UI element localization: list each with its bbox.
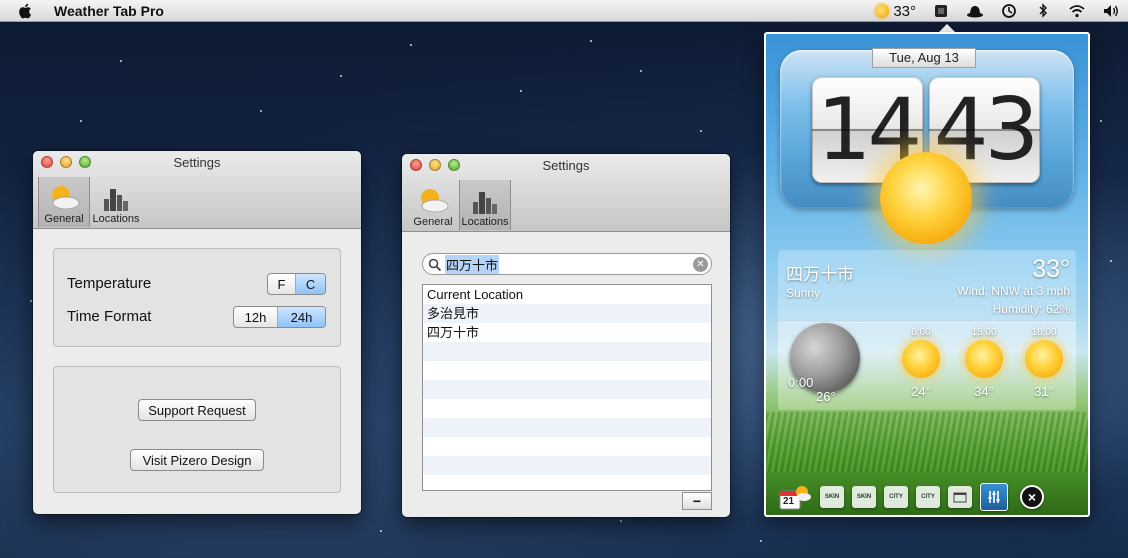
location-row[interactable]: 多治見市 [423, 304, 711, 323]
sun-icon [1025, 340, 1063, 378]
current-conditions-panel: 四万十市 Sunny 33° Wind: NNW at 3 mph Humidi… [778, 250, 1076, 410]
forecast-time: 15:00 [971, 327, 997, 338]
sunny-weather-icon [880, 152, 972, 244]
remove-location-button[interactable]: − [682, 492, 712, 510]
bluetooth-icon[interactable] [1034, 3, 1052, 19]
empty-row [423, 380, 711, 399]
temperature-segmented-control[interactable]: F C [267, 273, 326, 295]
cube-icon[interactable] [932, 3, 950, 19]
forecast-temp: 31° [1034, 384, 1054, 399]
visit-pizero-design-button[interactable]: Visit Pizero Design [130, 449, 264, 471]
window-title: Settings [173, 155, 221, 170]
tab-general-label: General [413, 216, 453, 228]
forecast-temp: 34° [974, 384, 994, 399]
empty-row [423, 456, 711, 475]
current-temperature: 33° [1032, 255, 1070, 283]
sun-icon [902, 340, 940, 378]
support-request-button[interactable]: Support Request [138, 399, 256, 421]
app-name-menu[interactable]: Weather Tab Pro [54, 3, 164, 19]
tab-general[interactable]: General [407, 180, 459, 230]
weather-icon [52, 186, 80, 210]
tab-general-label: General [44, 213, 84, 225]
wifi-icon[interactable] [1068, 3, 1086, 19]
forecast-slot: 15:00 34° [958, 327, 1010, 399]
volume-icon[interactable] [1102, 3, 1120, 19]
settings-window-locations: Settings General Locations 四万十市 ✕ Curren… [402, 154, 730, 517]
city-icon [473, 192, 497, 214]
empty-row [423, 342, 711, 361]
tab-locations-label: Locations [461, 216, 509, 228]
settings-toolbar: Settings General Locations [402, 154, 730, 232]
empty-row [423, 418, 711, 437]
location-row[interactable]: Current Location [423, 285, 711, 304]
empty-row [423, 475, 711, 490]
condition-text: Sunny [786, 286, 821, 300]
forecast-time: 6:00 [911, 327, 931, 338]
time-format-option-12h[interactable]: 12h [234, 307, 279, 327]
window-mode-icon[interactable] [948, 486, 972, 508]
weather-icon [421, 189, 449, 213]
time-machine-icon[interactable] [1000, 3, 1018, 19]
calendar-day: 21 [783, 496, 795, 507]
close-widget-button[interactable]: × [1020, 485, 1044, 509]
city-previous-button[interactable]: CITY [916, 486, 940, 508]
location-search-field[interactable]: 四万十市 ✕ [422, 253, 712, 275]
window-title: Settings [542, 158, 590, 173]
sun-icon [965, 340, 1003, 378]
temperature-option-c[interactable]: C [296, 274, 325, 294]
forecast-time: 18:00 [1031, 327, 1057, 338]
empty-row [423, 437, 711, 456]
forecast-slot: 6:00 24° [895, 327, 947, 399]
temperature-label: Temperature [67, 275, 152, 292]
clear-search-icon[interactable]: ✕ [693, 257, 708, 272]
forecast-strip: 0:00 26° 6:00 24° 15:00 34° 18:00 31° [778, 322, 1076, 410]
forecast-slot: 18:00 31° [1018, 327, 1070, 399]
city-name: 四万十市 [786, 265, 854, 284]
settings-toolbar: Settings General Locations [33, 151, 361, 229]
skin-previous-button[interactable]: SKIN [852, 486, 876, 508]
tab-general[interactable]: General [38, 177, 90, 227]
hat-icon[interactable] [966, 3, 984, 19]
empty-row [423, 399, 711, 418]
locations-list[interactable]: Current Location 多治見市 四万十市 [422, 284, 712, 491]
date-label: Tue, Aug 13 [872, 48, 976, 68]
city-icon [104, 189, 128, 211]
city-next-button[interactable]: CITY [884, 486, 908, 508]
time-format-label: Time Format [67, 308, 152, 325]
wind-text: Wind: NNW at 3 mph [957, 284, 1070, 298]
temperature-option-f[interactable]: F [268, 274, 297, 294]
search-input-value[interactable]: 四万十市 [445, 254, 500, 274]
forecast-now-temp: 26° [816, 389, 836, 404]
menu-bar: Weather Tab Pro 33° [0, 0, 1128, 22]
links-group [53, 366, 341, 493]
tab-locations[interactable]: Locations [459, 180, 511, 230]
forecast-temp: 24° [911, 384, 931, 399]
location-row[interactable]: 四万十市 [423, 323, 711, 342]
settings-window-general: Settings General Locations Temperature F… [33, 151, 361, 514]
humidity-text: Humidity: 62% [992, 302, 1070, 316]
menubar-temperature[interactable]: 33° [893, 3, 916, 20]
widget-toolbar: 21 SKIN SKIN CITY CITY × [778, 482, 1078, 512]
skin-next-button[interactable]: SKIN [820, 486, 844, 508]
tab-locations[interactable]: Locations [90, 177, 142, 227]
forecast-now-time: 0:00 [788, 375, 814, 390]
weather-sun-icon[interactable] [875, 4, 890, 18]
search-icon [428, 258, 442, 272]
settings-sliders-icon[interactable] [980, 483, 1008, 511]
tab-locations-label: Locations [92, 213, 140, 225]
grass-background [766, 412, 1088, 472]
empty-row [423, 361, 711, 380]
weather-widget: Tue, Aug 13 14 43 四万十市 Sunny 33° Wind: N… [764, 32, 1090, 517]
time-format-option-24h[interactable]: 24h [278, 307, 325, 327]
time-format-segmented-control[interactable]: 12h 24h [233, 306, 326, 328]
units-group [53, 248, 341, 347]
apple-icon[interactable] [18, 3, 32, 19]
calendar-weather-icon[interactable]: 21 [778, 483, 812, 511]
